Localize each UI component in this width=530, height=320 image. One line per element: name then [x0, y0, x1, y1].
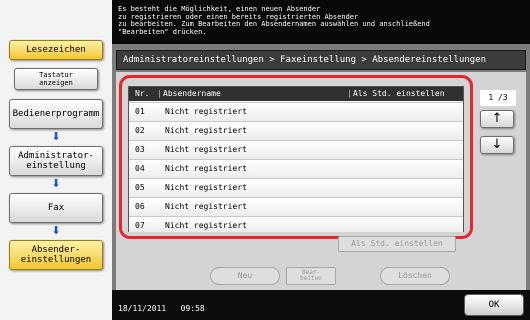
nav-utility-button[interactable]: Bedienerprogramm — [9, 99, 103, 129]
list-item[interactable]: 04 Nicht registriert — [129, 159, 463, 178]
arrow-down-icon: ↓ — [491, 137, 503, 152]
row-name: Nicht registriert — [165, 126, 247, 135]
control-panel-screen: Lesezeichen Tastatur anzeigen Bedienerpr… — [0, 0, 530, 320]
list-item[interactable]: 01 Nicht registriert — [129, 102, 463, 121]
row-nr: 02 — [135, 126, 145, 135]
bookmark-button[interactable]: Lesezeichen — [9, 40, 103, 60]
header-divider: | — [157, 89, 162, 98]
row-name: Nicht registriert — [165, 107, 247, 116]
arrow-down-icon: ⬇ — [51, 224, 61, 237]
show-keyboard-button[interactable]: Tastatur anzeigen — [14, 68, 98, 90]
new-button[interactable]: Neu — [210, 267, 280, 285]
row-nr: 04 — [135, 164, 145, 173]
scroll-down-button[interactable]: ↓ — [480, 136, 514, 154]
row-name: Nicht registriert — [165, 183, 247, 192]
row-nr: 03 — [135, 145, 145, 154]
row-name: Nicht registriert — [165, 145, 247, 154]
ok-button[interactable]: OK — [464, 294, 524, 316]
instruction-message: Es besteht die Möglichkeit, einen neuen … — [112, 0, 530, 44]
scroll-up-button[interactable]: ↑ — [480, 110, 514, 128]
status-bar: 18/11/2011 09:58 OK — [112, 290, 530, 320]
list-item[interactable]: 03 Nicht registriert — [129, 140, 463, 159]
main-area: Es besteht die Möglichkeit, einen neuen … — [112, 0, 530, 320]
arrow-down-icon: ⬇ — [51, 130, 61, 143]
nav-fax-button[interactable]: Fax — [9, 193, 103, 223]
time-text: 09:58 — [180, 304, 205, 313]
row-nr: 05 — [135, 183, 145, 192]
row-name: Nicht registriert — [165, 221, 247, 230]
list-header: Nr. | Absendername | Als Std. einstellen — [129, 87, 463, 101]
edit-button[interactable]: Bear- beiten — [286, 267, 336, 285]
page-indicator: 1 /3 — [480, 90, 516, 106]
row-nr: 01 — [135, 107, 145, 116]
row-nr: 06 — [135, 202, 145, 211]
date-text: 18/11/2011 — [118, 304, 167, 313]
nav-sender-settings-button[interactable]: Absender- einstellungen — [9, 240, 103, 270]
row-name: Nicht registriert — [165, 164, 247, 173]
set-default-button[interactable]: Als Std. einstellen — [338, 236, 456, 252]
arrow-up-icon: ↑ — [491, 111, 503, 126]
header-divider: | — [347, 89, 352, 98]
list-item[interactable]: 06 Nicht registriert — [129, 197, 463, 216]
breadcrumb: Administratoreinstellungen > Faxeinstell… — [116, 50, 526, 70]
row-name: Nicht registriert — [165, 202, 247, 211]
date-time: 18/11/2011 09:58 — [118, 304, 205, 314]
row-nr: 07 — [135, 221, 145, 230]
delete-button[interactable]: Löschen — [380, 267, 450, 285]
left-panel: Lesezeichen Tastatur anzeigen Bedienerpr… — [0, 0, 112, 320]
list-item[interactable]: 02 Nicht registriert — [129, 121, 463, 140]
list-item[interactable]: 07 Nicht registriert — [129, 216, 463, 232]
header-nr: Nr. — [135, 89, 150, 98]
list-item[interactable]: 05 Nicht registriert — [129, 178, 463, 197]
header-sender-name: Absendername — [163, 89, 221, 98]
arrow-down-icon: ⬇ — [51, 177, 61, 190]
nav-admin-settings-button[interactable]: Administrator- einstellung — [9, 146, 103, 176]
sender-list: Nr. | Absendername | Als Std. einstellen… — [128, 86, 464, 232]
header-default: Als Std. einstellen — [353, 89, 445, 98]
content-panel: Nr. | Absendername | Als Std. einstellen… — [116, 72, 526, 290]
